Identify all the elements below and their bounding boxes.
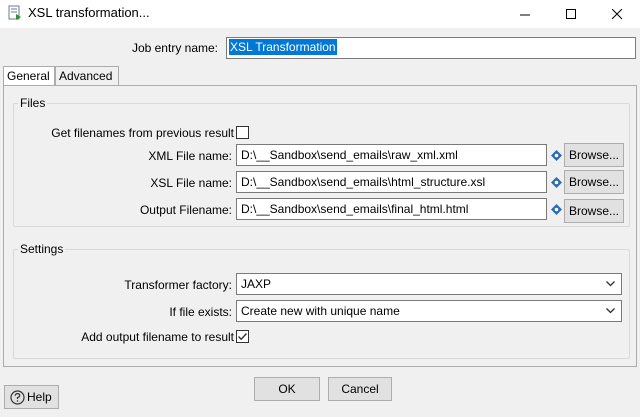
transformer-factory-value: JAXP [241, 277, 272, 291]
xsl-file-label: XSL File name: [150, 176, 232, 190]
minimize-icon [520, 14, 530, 16]
xsl-file-input[interactable]: D:\__Sandbox\send_emails\html_structure.… [236, 171, 547, 193]
job-entry-name-value: XSL Transformation [229, 39, 337, 55]
title-bar: XSL transformation... [0, 0, 640, 28]
output-file-input[interactable]: D:\__Sandbox\send_emails\final_html.html [236, 198, 547, 220]
close-icon [612, 9, 623, 20]
add-output-checkbox[interactable] [236, 330, 249, 343]
browse-output-button[interactable]: Browse... [564, 199, 624, 223]
browse-output-label: Browse... [568, 204, 619, 218]
files-group-title: Files [18, 96, 48, 110]
output-file-label: Output Filename: [139, 203, 232, 217]
variable-icon[interactable] [551, 204, 562, 215]
if-file-exists-value: Create new with unique name [241, 304, 400, 318]
job-entry-name-input[interactable]: XSL Transformation [226, 37, 636, 59]
xml-file-label: XML File name: [148, 149, 232, 163]
variable-icon[interactable] [551, 150, 562, 161]
browse-xml-label: Browse... [568, 148, 619, 162]
general-tab-panel: Files Get filenames from previous result… [3, 85, 637, 367]
maximize-icon [566, 9, 576, 19]
output-file-value: D:\__Sandbox\send_emails\final_html.html [241, 202, 469, 216]
help-button[interactable]: Help [4, 385, 59, 409]
prev-result-checkbox[interactable] [236, 126, 249, 139]
if-file-exists-select[interactable]: Create new with unique name [236, 300, 622, 322]
cancel-label: Cancel [341, 382, 379, 396]
maximize-button[interactable] [548, 0, 594, 28]
browse-xsl-label: Browse... [568, 175, 619, 189]
settings-group: Settings Transformer factory: JAXP If fi… [13, 242, 630, 359]
add-output-label: Add output filename to result [81, 330, 234, 344]
xsl-transform-icon [8, 5, 21, 20]
help-label: Help [27, 390, 52, 404]
tab-advanced[interactable]: Advanced [55, 66, 119, 86]
job-entry-name-label: Job entry name: [131, 41, 218, 55]
xml-file-input[interactable]: D:\__Sandbox\send_emails\raw_xml.xml [236, 144, 547, 166]
help-icon [10, 390, 25, 405]
browse-xsl-button[interactable]: Browse... [564, 170, 624, 194]
chevron-down-icon [606, 308, 615, 314]
prev-result-label: Get filenames from previous result [51, 126, 234, 140]
cancel-button[interactable]: Cancel [328, 377, 392, 401]
if-file-exists-label: If file exists: [169, 305, 232, 319]
minimize-button[interactable] [502, 0, 548, 28]
transformer-factory-select[interactable]: JAXP [236, 273, 622, 295]
dialog-body: Job entry name: XSL Transformation Gener… [0, 28, 640, 417]
files-group: Files Get filenames from previous result… [13, 96, 630, 227]
chevron-down-icon [606, 281, 615, 287]
close-button[interactable] [594, 0, 640, 28]
ok-label: OK [278, 382, 296, 396]
tab-advanced-label: Advanced [59, 69, 113, 83]
tab-general[interactable]: General [3, 66, 55, 87]
transformer-factory-label: Transformer factory: [124, 278, 232, 292]
xsl-file-value: D:\__Sandbox\send_emails\html_structure.… [241, 175, 486, 189]
tab-general-label: General [7, 69, 50, 83]
browse-xml-button[interactable]: Browse... [564, 143, 624, 167]
window-title: XSL transformation... [28, 5, 150, 20]
checkmark-icon [238, 333, 248, 341]
settings-group-title: Settings [18, 242, 66, 256]
variable-icon[interactable] [551, 177, 562, 188]
xml-file-value: D:\__Sandbox\send_emails\raw_xml.xml [241, 148, 458, 162]
ok-button[interactable]: OK [254, 377, 320, 401]
